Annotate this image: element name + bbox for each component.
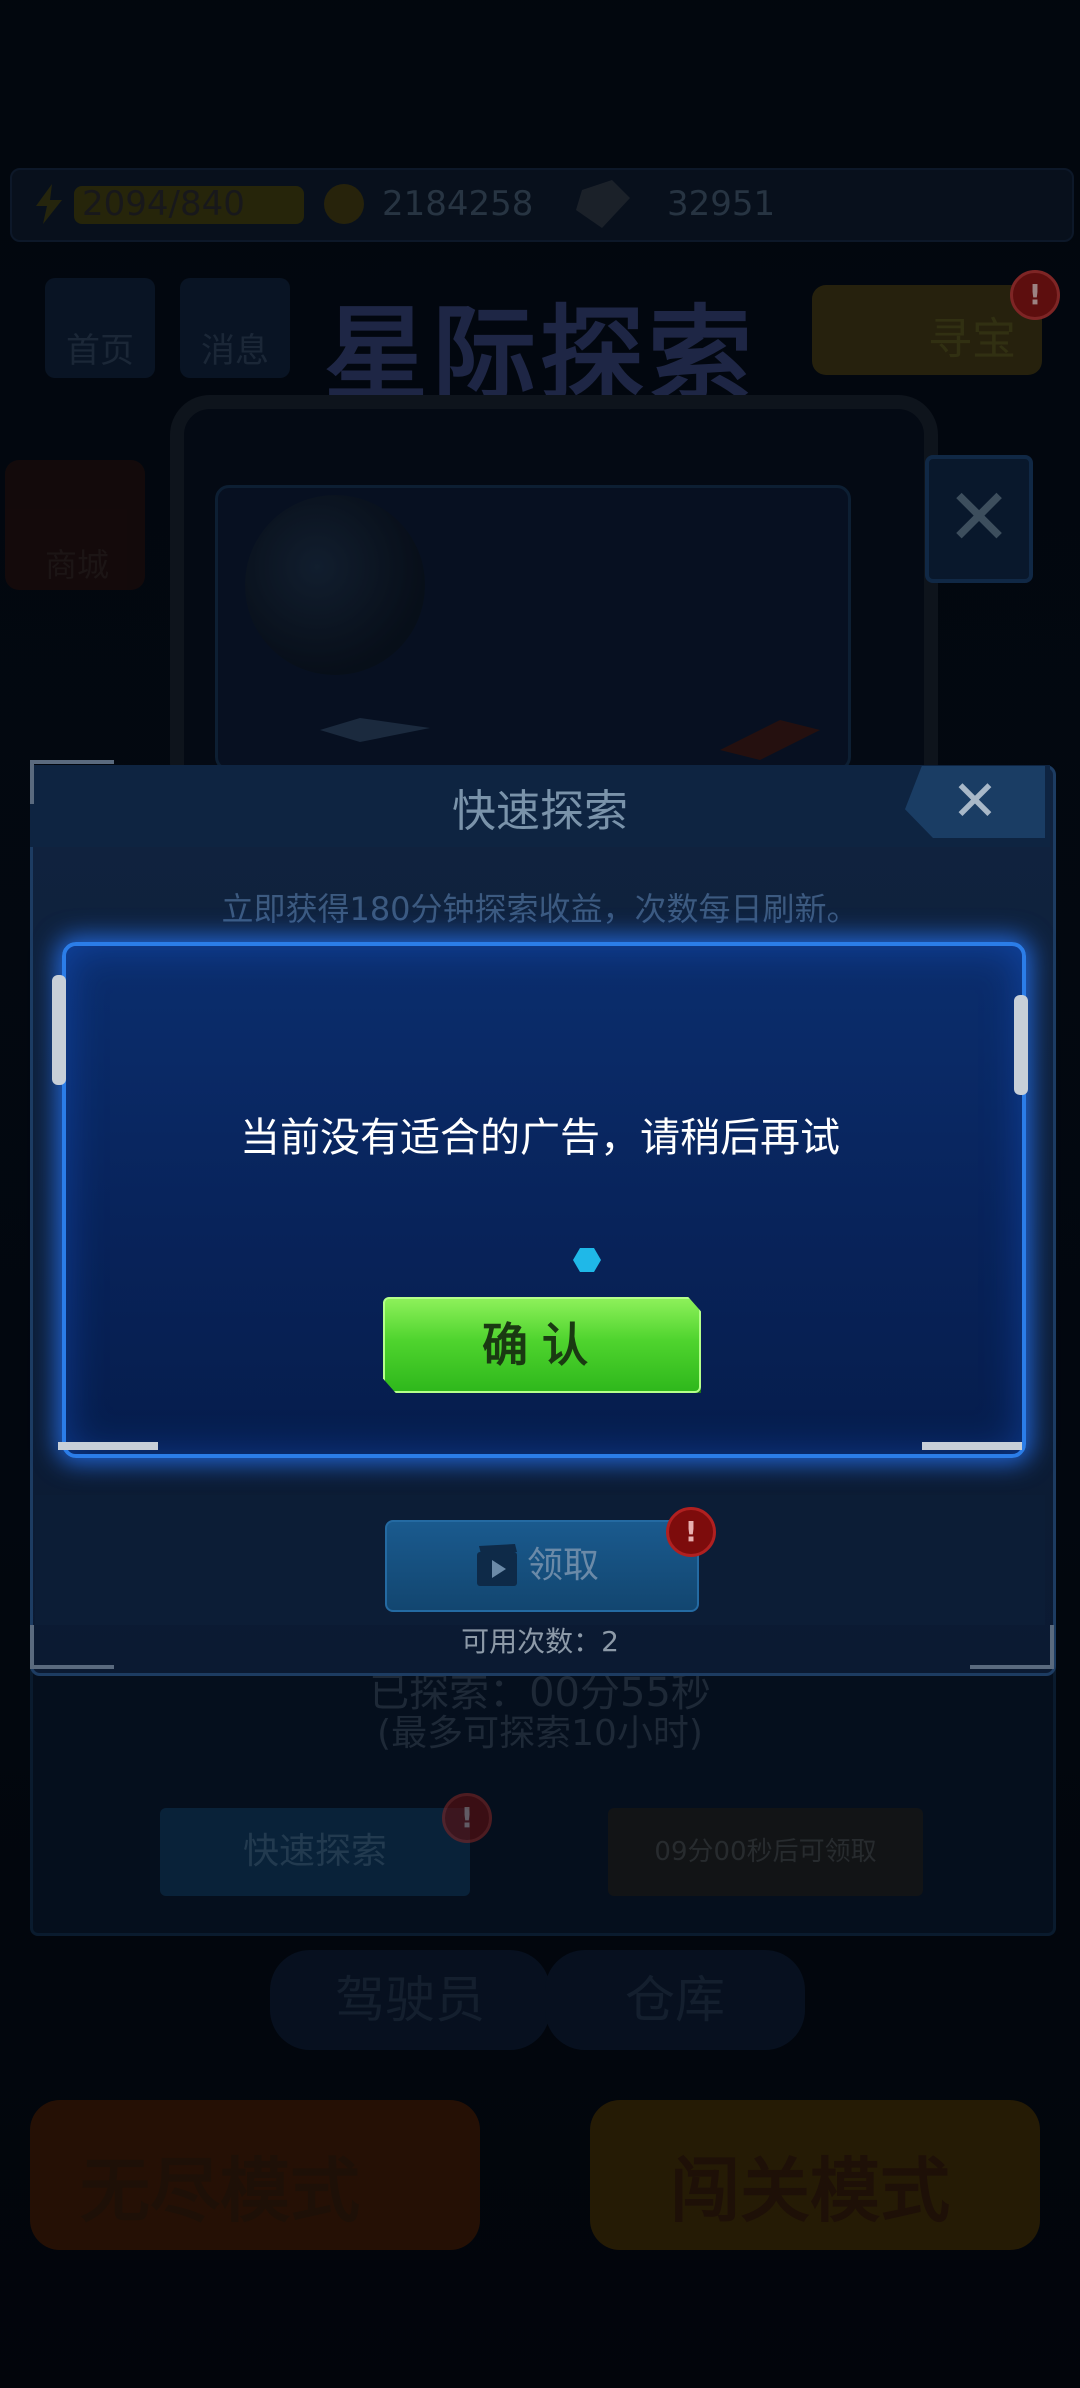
uses-row: 可用次数：2 [0,1620,1080,1660]
dialog-corner-bottom-left [58,1442,158,1450]
confirm-button[interactable]: 确认 [383,1297,701,1393]
quick-explore-description: 立即获得180分钟探索收益，次数每日刷新。 [221,890,859,928]
claim-label: 领取 [527,1545,600,1586]
ad-unavailable-message: 当前没有适合的广告，请稍后再试 [240,1115,840,1161]
dialog-side-bracket-right [1014,995,1028,1095]
claim-alert-badge: ! [666,1507,716,1557]
quick-explore-close-button[interactable]: ✕ [905,766,1045,838]
claim-button[interactable]: 领取 [385,1520,699,1612]
close-icon: ✕ [951,769,999,834]
uses-label: 可用次数： [461,1625,602,1658]
confirm-label: 确认 [482,1318,602,1372]
uses-value: 2 [601,1625,619,1658]
video-icon [477,1544,517,1586]
dialog-corner-decoration [30,760,114,804]
dialog-side-bracket-left [52,975,66,1085]
dialog-corner-bottom-right [922,1442,1022,1450]
